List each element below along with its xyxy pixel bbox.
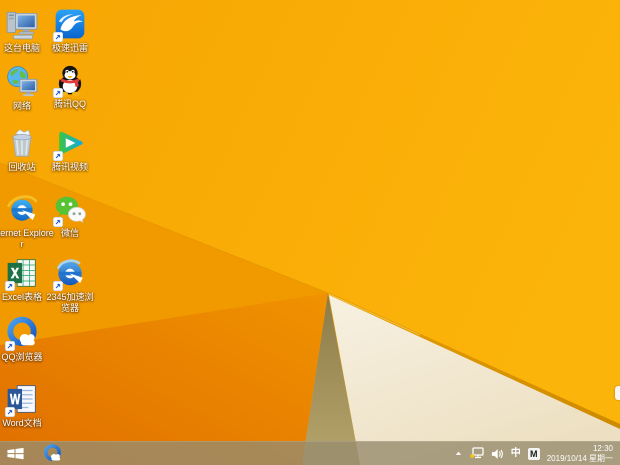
internet-explorer-icon (7, 195, 38, 221)
desktop-icon-word[interactable]: Word文档 (0, 382, 54, 429)
icon-label: Word文档 (2, 418, 42, 428)
network-limited-icon (469, 447, 484, 459)
volume-button[interactable] (491, 448, 504, 460)
qq-browser-icon (43, 444, 61, 461)
network-icon (7, 66, 38, 97)
taskbar-clock[interactable]: 12:30 2019/10/14 星期一 (547, 444, 613, 463)
icon-label: 网络 (12, 101, 31, 111)
start-button[interactable] (0, 442, 30, 465)
shortcut-arrow-icon (53, 151, 63, 161)
computer-icon (6, 11, 38, 40)
network-status-button[interactable] (469, 447, 484, 460)
icon-label: 腾讯QQ (53, 99, 86, 109)
clock-date: 2019/10/14 星期一 (546, 453, 613, 463)
recycle-bin-icon (12, 129, 32, 157)
taskbar-qq-browser[interactable] (39, 442, 65, 465)
shortcut-arrow-icon (53, 32, 63, 42)
screen-edge-notch (615, 386, 620, 400)
shortcut-arrow-icon (53, 217, 63, 227)
icon-label: 这台电脑 (3, 43, 40, 53)
system-tray: 中 M 12:30 2019/10/14 星期一 (454, 442, 620, 465)
ime-language-indicator[interactable]: 中 (511, 448, 521, 460)
shortcut-arrow-icon (5, 281, 15, 291)
shortcut-arrow-icon (5, 407, 15, 417)
desktop[interactable]: 这台电脑 网络 回收站 ernet Explorer Excel表格 QQ浏览器… (0, 0, 620, 465)
desktop-icon-xunlei[interactable]: 极速迅雷 (44, 7, 96, 54)
icon-label: QQ浏览器 (1, 352, 43, 362)
clock-time: 12:30 (592, 444, 613, 453)
ime-badge[interactable]: M (527, 447, 540, 460)
shortcut-arrow-icon (5, 341, 15, 351)
desktop-icon-wechat[interactable]: 微信 (44, 192, 96, 239)
desktop-icon-qq-browser[interactable]: QQ浏览器 (0, 316, 54, 363)
icon-label: 极速迅雷 (51, 43, 88, 53)
icon-label: Excel表格 (1, 292, 42, 302)
icon-label: 回收站 (8, 162, 36, 172)
icon-label: 腾讯视频 (51, 162, 88, 172)
speaker-icon (491, 448, 503, 459)
desktop-icon-2345-browser[interactable]: 2345加速浏览器 (44, 256, 96, 313)
icon-label: 微信 (60, 228, 79, 238)
chevron-up-icon (455, 451, 461, 455)
icon-label: 2345加速浏览器 (46, 292, 94, 313)
desktop-icon-tencent-video[interactable]: 腾讯视频 (44, 126, 96, 173)
taskbar: 中 M 12:30 2019/10/14 星期一 (0, 441, 620, 465)
desktop-icon-tencent-qq[interactable]: 腾讯QQ (44, 63, 96, 110)
shortcut-arrow-icon (53, 281, 63, 291)
windows-start-icon (6, 447, 24, 460)
shortcut-arrow-icon (53, 88, 63, 98)
show-hidden-icons-button[interactable] (454, 449, 463, 458)
